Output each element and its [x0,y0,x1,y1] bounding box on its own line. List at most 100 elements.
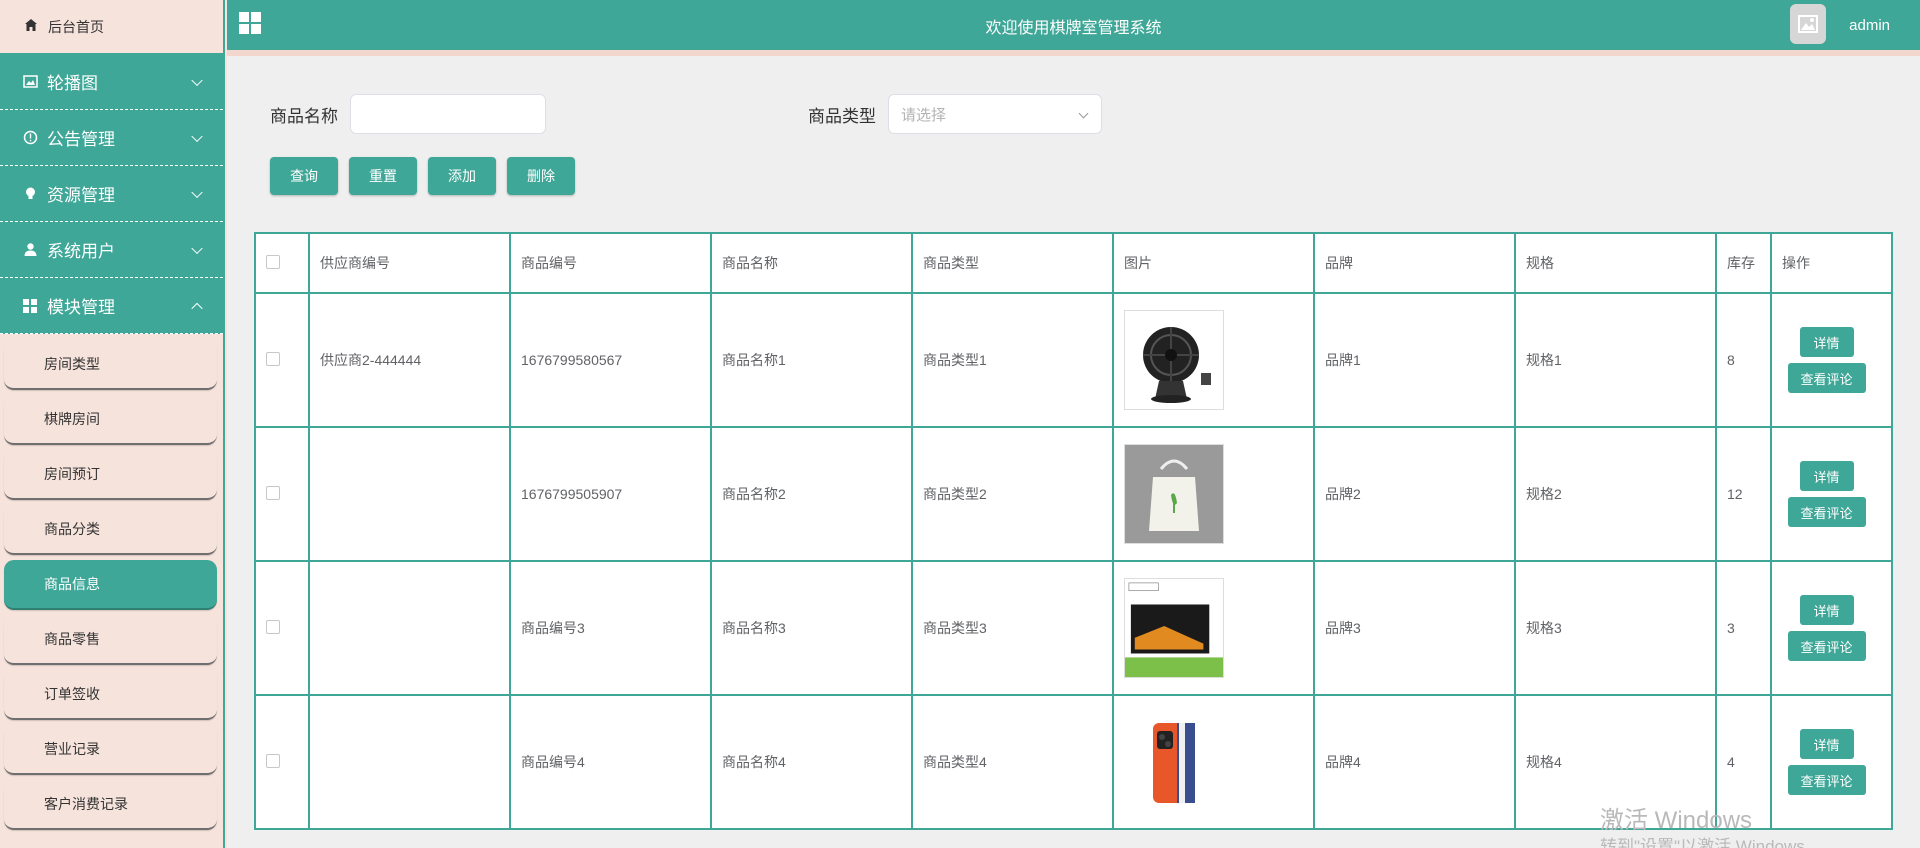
submenu-label: 商品分类 [44,521,100,537]
row-select-cell [254,292,310,428]
column-header: 品牌 [1313,232,1516,294]
sidebar-home[interactable]: 后台首页 [0,0,223,54]
operations-cell: 详情 查看评论 [1770,426,1893,562]
spec-cell: 规格3 [1514,560,1717,696]
submenu-item-room-type[interactable]: 房间类型 [4,340,217,390]
type-cell: 商品类型4 [911,694,1114,830]
view-comments-button[interactable]: 查看评论 [1787,497,1866,527]
submenu-item-retail[interactable]: 商品零售 [4,615,217,665]
submenu-label: 营业记录 [44,741,100,757]
phone-product-image [1124,712,1224,812]
brand-cell: 品牌2 [1313,426,1516,562]
type-cell: 商品类型2 [911,426,1114,562]
image-cell [1112,292,1315,428]
menu-group-users[interactable]: 系统用户 [0,222,223,278]
stock-cell: 12 [1715,426,1772,562]
stock-cell: 3 [1715,560,1772,696]
row-checkbox[interactable] [266,753,280,768]
add-button[interactable]: 添加 [428,157,496,195]
sidebar-home-label: 后台首页 [48,18,104,35]
chevron-down-icon [191,242,203,254]
menu-group-label: 模块管理 [47,298,115,317]
grid-icon [22,298,38,314]
submenu-item-booking[interactable]: 房间预订 [4,450,217,500]
row-checkbox[interactable] [266,351,280,366]
menu-group-label: 资源管理 [47,186,115,205]
name-cell: 商品名称4 [710,694,913,830]
supplier-cell: 供应商2-444444 [308,292,511,428]
menu-group-notice[interactable]: 公告管理 [0,110,223,166]
submenu-item-order-receipt[interactable]: 订单签收 [4,670,217,720]
view-comments-button[interactable]: 查看评论 [1787,631,1866,661]
select-all-cell [254,232,310,294]
brand-cell: 品牌4 [1313,694,1516,830]
name-cell: 商品名称3 [710,560,913,696]
column-header: 规格 [1514,232,1717,294]
submenu-item-business-records[interactable]: 营业记录 [4,725,217,775]
row-select-cell [254,426,310,562]
column-header: 操作 [1770,232,1893,294]
image-cell [1112,694,1315,830]
code-cell: 商品编号4 [509,694,712,830]
spec-cell: 规格1 [1514,292,1717,428]
detail-button[interactable]: 详情 [1799,595,1854,625]
avatar[interactable] [1790,4,1826,44]
windows-activation-watermark: 激活 Windows [1600,807,1753,834]
page-title: 欢迎使用棋牌室管理系统 [985,20,1162,37]
code-cell: 商品编号3 [509,560,712,696]
operations-cell: 详情 查看评论 [1770,560,1893,696]
menu-group-resource[interactable]: 资源管理 [0,166,223,222]
windows-activation-subtext: 转到"设置"以激活 Windows [1600,837,1805,848]
view-comments-button[interactable]: 查看评论 [1787,363,1866,393]
submenu-label: 商品信息 [44,576,100,592]
detail-button[interactable]: 详情 [1799,461,1854,491]
chevron-down-icon [1078,108,1089,119]
username[interactable]: admin [1849,17,1890,34]
name-cell: 商品名称1 [710,292,913,428]
menu-group-modules[interactable]: 模块管理 [0,278,223,334]
column-header: 商品名称 [710,232,913,294]
column-header: 供应商编号 [308,232,511,294]
chevron-down-icon [191,74,203,86]
main-content: 商品名称 商品类型 请选择 查询 重置 添加 删除 供应商编号 商品编号 商品名… [227,56,1920,848]
brand-cell: 品牌1 [1313,292,1516,428]
query-button[interactable]: 查询 [270,157,338,195]
row-checkbox[interactable] [266,485,280,500]
select-all-checkbox[interactable] [266,254,280,269]
row-checkbox[interactable] [266,619,280,634]
table-header-row: 供应商编号 商品编号 商品名称 商品类型 图片 品牌 规格 库存 操作 [254,232,1893,294]
fan-product-image [1124,310,1224,410]
chevron-down-icon [191,186,203,198]
submenu-label: 商品零售 [44,631,100,647]
submenu-item-product-info[interactable]: 商品信息 [4,560,217,610]
reset-button[interactable]: 重置 [349,157,417,195]
operations-cell: 详情 查看评论 [1770,292,1893,428]
chevron-up-icon [191,302,203,314]
image-cell [1112,560,1315,696]
chevron-down-icon [191,130,203,142]
type-cell: 商品类型1 [911,292,1114,428]
select-placeholder: 请选择 [901,106,947,124]
detail-button[interactable]: 详情 [1799,327,1854,357]
submenu-label: 棋牌房间 [44,411,100,427]
product-name-input[interactable] [350,94,546,134]
table-row: 商品编号3 商品名称3 商品类型3 品牌3 规格3 3 详情 查看评论 [254,560,1893,696]
table-row: 1676799505907 商品名称2 商品类型2 品牌2 规格2 12 详情 [254,426,1893,562]
code-cell: 1676799505907 [509,426,712,562]
submenu-item-rooms[interactable]: 棋牌房间 [4,395,217,445]
column-header: 商品编号 [509,232,712,294]
user-icon [22,242,38,258]
submenu-item-product-category[interactable]: 商品分类 [4,505,217,555]
info-circle-icon [22,130,38,146]
delete-button[interactable]: 删除 [507,157,575,195]
type-cell: 商品类型3 [911,560,1114,696]
product-type-select[interactable]: 请选择 [888,94,1102,134]
submenu-label: 客户消费记录 [44,796,128,812]
submenu-label: 房间预订 [44,466,100,482]
submenu-item-customer-spending[interactable]: 客户消费记录 [4,780,217,830]
operations-cell: 详情 查看评论 [1770,694,1893,830]
view-comments-button[interactable]: 查看评论 [1787,765,1866,795]
detail-button[interactable]: 详情 [1799,729,1854,759]
menu-group-carousel[interactable]: 轮播图 [0,54,223,110]
submenu-list: 房间类型 棋牌房间 房间预订 商品分类 商品信息 商品零售 订单签收 营业记录 … [0,334,223,830]
